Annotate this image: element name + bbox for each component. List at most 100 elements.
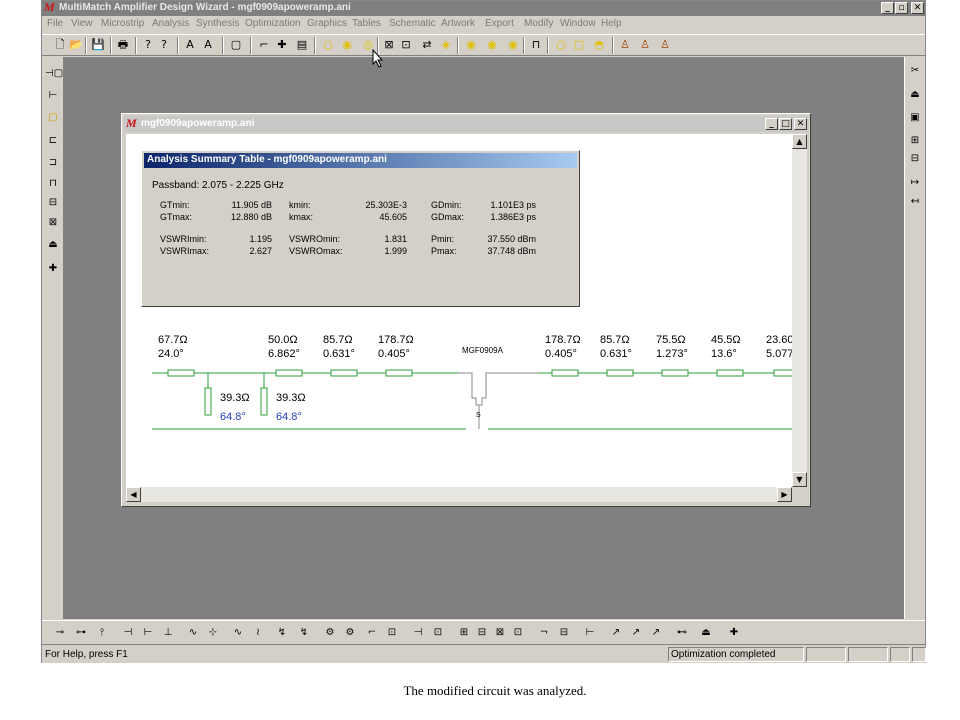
cross-icon[interactable]: ✚ xyxy=(45,261,61,277)
component-tool-icon[interactable]: ⚙ xyxy=(322,625,338,641)
menu-export[interactable]: Export xyxy=(485,18,514,29)
circle-f-icon[interactable]: ◉ xyxy=(339,37,355,53)
menu-window[interactable]: Window xyxy=(560,18,596,29)
component-tool-icon[interactable]: ⊡ xyxy=(384,625,400,641)
component-tool-icon[interactable]: ¬ xyxy=(536,625,552,641)
box-2-icon[interactable]: ⊡ xyxy=(398,37,414,53)
component-tool-icon[interactable]: ↯ xyxy=(274,625,290,641)
inductor-icon[interactable]: ⊓ xyxy=(45,176,61,192)
component-tool-icon[interactable]: ↗ xyxy=(628,625,644,641)
circle-white-icon[interactable]: ○ xyxy=(553,37,569,53)
source-icon[interactable]: ⊢ xyxy=(45,88,61,104)
component-tool-icon[interactable]: ⊟ xyxy=(474,625,490,641)
new-file-icon[interactable]: 🗋 xyxy=(52,37,68,53)
minimize-button[interactable]: _ xyxy=(881,2,894,14)
a-tool-2-icon[interactable]: A xyxy=(200,37,216,53)
vertical-scrollbar[interactable]: ▲ ▼ xyxy=(792,134,807,487)
component-tool-icon[interactable]: ⊡ xyxy=(430,625,446,641)
component-tool-icon[interactable]: ⌐ xyxy=(364,625,380,641)
component-tool-icon[interactable]: ↯ xyxy=(296,625,312,641)
component-tool-icon[interactable]: ⊹ xyxy=(205,625,221,641)
component-tool-icon[interactable]: ⫯ xyxy=(94,625,110,641)
port-icon[interactable]: ⊣▢ xyxy=(45,66,63,82)
component-tool-icon[interactable]: ⊢ xyxy=(140,625,156,641)
people-3-icon[interactable]: ♙ xyxy=(657,37,673,53)
arrow-out-icon[interactable]: ↤ xyxy=(907,194,923,210)
component-tool-icon[interactable]: ⏏ xyxy=(698,625,714,641)
clr-icon[interactable]: ⊐ xyxy=(45,155,61,171)
component-tool-icon[interactable]: ⊣ xyxy=(120,625,136,641)
component-tool-icon[interactable]: ⊣ xyxy=(410,625,426,641)
people-1-icon[interactable]: ♙ xyxy=(617,37,633,53)
close-button[interactable]: ✕ xyxy=(911,2,924,14)
resize-icon[interactable]: ▢ xyxy=(228,37,244,53)
yellow-box-icon[interactable]: ▢ xyxy=(45,110,61,126)
child-close-button[interactable]: ✕ xyxy=(794,118,807,130)
s-dot-icon[interactable]: ◉ xyxy=(505,37,521,53)
menu-file[interactable]: File xyxy=(47,18,63,29)
help-icon[interactable]: ? xyxy=(140,37,156,53)
component-tool-icon[interactable]: ⊶ xyxy=(73,625,89,641)
s-arrow-icon[interactable]: ◉ xyxy=(484,37,500,53)
square-icon[interactable]: □ xyxy=(571,37,587,53)
scroll-right-button[interactable]: ▶ xyxy=(777,487,792,502)
people-2-icon[interactable]: ♙ xyxy=(637,37,653,53)
child-maximize-button[interactable]: □ xyxy=(779,118,792,130)
open-folder-icon[interactable]: 📂 xyxy=(68,37,84,53)
child-minimize-button[interactable]: _ xyxy=(765,118,778,130)
component-tool-icon[interactable]: ∿ xyxy=(185,625,201,641)
print-icon[interactable]: 🖶 xyxy=(115,37,131,53)
context-help-icon[interactable]: ? xyxy=(156,37,172,53)
pulse-icon[interactable]: ⊓ xyxy=(528,37,544,53)
component-tool-icon[interactable]: ↗ xyxy=(608,625,624,641)
scroll-down-button[interactable]: ▼ xyxy=(792,472,807,487)
scissors-icon[interactable]: ✂ xyxy=(907,63,923,79)
mount-icon[interactable]: ⏏ xyxy=(45,237,61,253)
component-tool-icon[interactable]: ⊸ xyxy=(52,625,68,641)
menu-artwork[interactable]: Artwork xyxy=(441,18,475,29)
scroll-left-button[interactable]: ◀ xyxy=(126,487,141,502)
menu-graphics[interactable]: Graphics xyxy=(307,18,347,29)
arrow-in-icon[interactable]: ↦ xyxy=(907,175,923,191)
cir-icon[interactable]: ⊏ xyxy=(45,133,61,149)
menu-synthesis[interactable]: Synthesis xyxy=(196,18,239,29)
a-tool-icon[interactable]: A xyxy=(182,37,198,53)
component-tool-icon[interactable]: ⚙ xyxy=(342,625,358,641)
menu-help[interactable]: Help xyxy=(601,18,622,29)
component-tool-icon[interactable]: ∿ xyxy=(230,625,246,641)
restore-button[interactable]: ▫ xyxy=(895,2,908,14)
plus-box-icon[interactable]: ⊞ xyxy=(907,133,923,149)
component-1-icon[interactable]: ⌐ xyxy=(256,37,272,53)
circle-gray-icon[interactable]: ◓ xyxy=(591,37,607,53)
component-tool-icon[interactable]: ⊠ xyxy=(492,625,508,641)
component-tool-icon[interactable]: ⊥ xyxy=(160,625,176,641)
menu-schematic[interactable]: Schematic xyxy=(389,18,436,29)
component-2-icon[interactable]: ✚ xyxy=(274,37,290,53)
component-tool-icon[interactable]: ≀ xyxy=(250,625,266,641)
menu-microstrip[interactable]: Microstrip xyxy=(101,18,144,29)
circle-yellow-icon[interactable]: ○ xyxy=(320,37,336,53)
box-1-icon[interactable]: ▣ xyxy=(907,110,923,126)
menu-tables[interactable]: Tables xyxy=(352,18,381,29)
menu-optimization[interactable]: Optimization xyxy=(245,18,301,29)
component-3-icon[interactable]: ▤ xyxy=(294,37,310,53)
mount-right-icon[interactable]: ⏏ xyxy=(907,87,923,103)
s-yellow-icon[interactable]: ◉ xyxy=(463,37,479,53)
gnd-icon[interactable]: ⊟ xyxy=(45,195,61,211)
component-tool-icon[interactable]: ✚ xyxy=(726,625,742,641)
arrows-icon[interactable]: ⇄ xyxy=(419,37,435,53)
menu-modify[interactable]: Modify xyxy=(524,18,553,29)
save-icon[interactable]: 💾 xyxy=(90,37,106,53)
component-tool-icon[interactable]: ⊟ xyxy=(556,625,572,641)
component-tool-icon[interactable]: ⊡ xyxy=(510,625,526,641)
component-tool-icon[interactable]: ⊷ xyxy=(674,625,690,641)
scroll-up-button[interactable]: ▲ xyxy=(792,134,807,149)
minus-box-icon[interactable]: ⊟ xyxy=(907,151,923,167)
component-tool-icon[interactable]: ↗ xyxy=(648,625,664,641)
k-box-icon[interactable]: ⊠ xyxy=(45,215,61,231)
cloud-icon[interactable]: ◈ xyxy=(438,37,454,53)
menu-view[interactable]: View xyxy=(71,18,93,29)
component-tool-icon[interactable]: ⊞ xyxy=(456,625,472,641)
horizontal-scrollbar[interactable]: ◀ ▶ xyxy=(126,487,792,502)
menu-analysis[interactable]: Analysis xyxy=(152,18,189,29)
